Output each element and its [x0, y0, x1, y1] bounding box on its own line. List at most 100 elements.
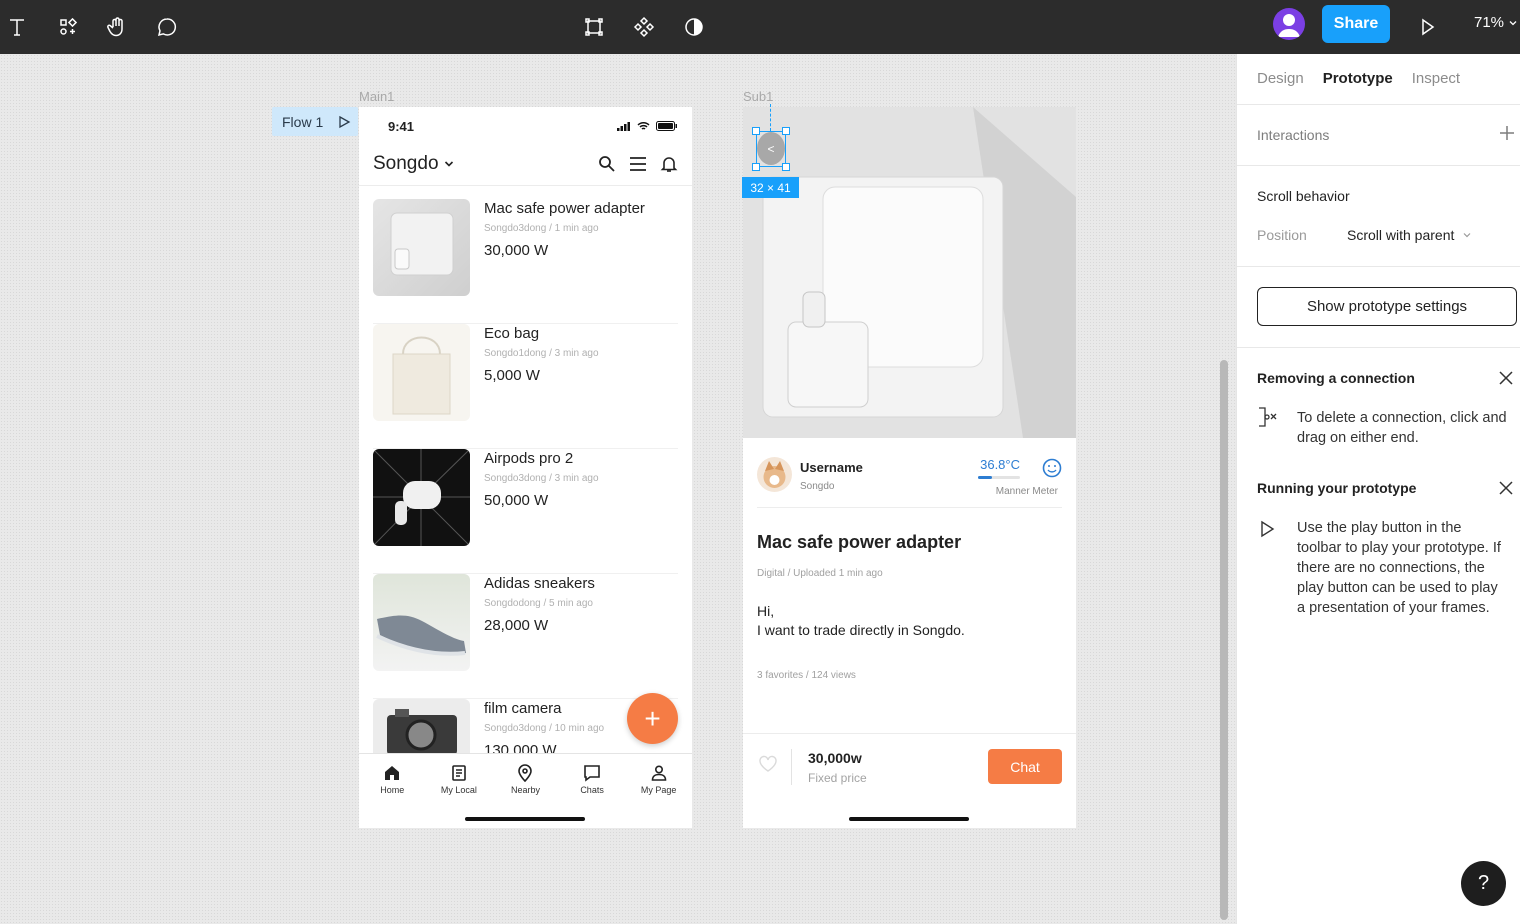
location-selector[interactable]: Songdo — [373, 153, 598, 175]
flow-starting-point[interactable]: Flow 1 — [272, 107, 358, 136]
share-button[interactable]: Share — [1322, 5, 1390, 43]
zoom-dropdown[interactable]: 71% — [1474, 14, 1518, 31]
contrast-icon[interactable] — [679, 12, 709, 42]
item-price: 5,000 W — [484, 367, 540, 384]
tab-my-page[interactable]: My Page — [625, 754, 692, 828]
frame-main1[interactable]: 9:41 Songdo Mac safe power adapter Songd… — [359, 107, 692, 828]
play-icon — [1261, 520, 1275, 538]
hand-tool-icon[interactable] — [102, 12, 132, 42]
divider — [757, 507, 1062, 508]
frame-label-sub1[interactable]: Sub1 — [743, 89, 773, 104]
bell-icon[interactable] — [660, 155, 678, 173]
show-prototype-settings-button[interactable]: Show prototype settings — [1257, 287, 1517, 326]
position-label: Position — [1257, 227, 1307, 243]
person-icon — [651, 765, 666, 781]
product-thumbnail — [373, 574, 470, 671]
divider — [1237, 347, 1520, 348]
canvas-scrollbar[interactable] — [1220, 360, 1228, 920]
smile-icon — [1042, 458, 1062, 478]
resources-icon[interactable] — [53, 12, 83, 42]
seller-avatar[interactable] — [757, 457, 792, 492]
chat-button[interactable]: Chat — [988, 749, 1062, 784]
search-icon[interactable] — [598, 155, 616, 173]
removing-connection-body: To delete a connection, click and drag o… — [1297, 410, 1507, 446]
play-icon[interactable] — [337, 115, 351, 129]
help-button[interactable]: ? — [1461, 861, 1506, 906]
flow-label: Flow 1 — [282, 113, 324, 130]
seller-info: Username Songdo 36.8°C Manner Meter — [757, 457, 1062, 497]
frame-sub1[interactable]: < Username Songdo 36.8°C Manner Meter Ma… — [743, 107, 1076, 828]
purchase-bar: 30,000w Fixed price Chat — [743, 733, 1076, 828]
price-type: Fixed price — [808, 771, 867, 785]
heart-icon[interactable] — [758, 754, 778, 774]
user-avatar[interactable] — [1273, 8, 1305, 40]
tab-label: Chats — [580, 785, 604, 795]
product-thumbnail — [373, 324, 470, 421]
location-header: Songdo — [373, 153, 678, 175]
add-item-button[interactable]: + — [627, 693, 678, 744]
manner-meter-label: Manner Meter — [995, 486, 1058, 497]
resize-handle[interactable] — [752, 127, 760, 135]
position-value: Scroll with parent — [1347, 227, 1455, 243]
seller-username: Username — [800, 460, 863, 475]
product-stats: 3 favorites / 124 views — [757, 670, 856, 681]
wifi-icon — [637, 121, 650, 130]
item-title: Airpods pro 2 — [484, 450, 574, 467]
tab-inspect[interactable]: Inspect — [1412, 70, 1460, 87]
item-title: film camera — [484, 700, 562, 717]
item-meta: Songdo1dong / 3 min ago — [484, 348, 599, 359]
home-icon — [385, 766, 400, 780]
selection-box[interactable] — [756, 131, 786, 167]
list-item[interactable]: Airpods pro 2 Songdo3dong / 3 min ago 50… — [373, 449, 678, 574]
resize-handle[interactable] — [752, 163, 760, 171]
item-price: 50,000 W — [484, 492, 549, 509]
close-icon[interactable] — [1498, 370, 1514, 386]
list-item[interactable]: Eco bag Songdo1dong / 3 min ago 5,000 W — [373, 324, 678, 449]
list-item[interactable]: Mac safe power adapter Songdo3dong / 1 m… — [373, 199, 678, 324]
home-indicator — [465, 817, 585, 821]
item-price: 30,000 W — [484, 242, 549, 259]
description-line: I want to trade directly in Songdo. — [757, 622, 965, 638]
comment-tool-icon[interactable] — [152, 12, 182, 42]
connection-icon — [1259, 407, 1277, 427]
item-title: Adidas sneakers — [484, 575, 595, 592]
tab-home[interactable]: Home — [359, 754, 426, 828]
menu-icon[interactable] — [629, 155, 647, 173]
tab-prototype[interactable]: Prototype — [1323, 70, 1393, 87]
close-icon[interactable] — [1498, 480, 1514, 496]
manner-temperature: 36.8°C — [980, 457, 1020, 472]
divider — [791, 749, 792, 785]
signal-icon — [617, 121, 630, 131]
document-icon — [452, 765, 466, 781]
running-prototype-body: Use the play button in the toolbar to pl… — [1297, 520, 1501, 616]
text-tool-icon[interactable] — [2, 12, 32, 42]
tab-design[interactable]: Design — [1257, 70, 1304, 87]
resize-handle[interactable] — [782, 127, 790, 135]
position-dropdown[interactable]: Scroll with parent — [1347, 227, 1472, 243]
divider — [1237, 104, 1520, 105]
pin-icon — [518, 764, 533, 782]
component-icon[interactable] — [629, 12, 659, 42]
item-meta: Songdo3dong / 3 min ago — [484, 473, 599, 484]
chevron-down-icon — [444, 161, 453, 167]
resize-handle[interactable] — [782, 163, 790, 171]
product-hero-image: < — [743, 107, 1076, 438]
product-thumbnail — [373, 199, 470, 296]
removing-connection-title: Removing a connection — [1257, 370, 1415, 386]
present-play-icon[interactable] — [1412, 12, 1442, 42]
product-price: 30,000w — [808, 750, 862, 766]
tab-label: Home — [380, 785, 405, 795]
list-item[interactable]: Adidas sneakers Songdodong / 5 min ago 2… — [373, 574, 678, 699]
description-line: Hi, — [757, 603, 775, 619]
chevron-down-icon — [1509, 20, 1517, 25]
product-thumbnail — [373, 449, 470, 546]
add-interaction-icon[interactable] — [1498, 124, 1516, 142]
frame-tool-icon[interactable] — [579, 12, 609, 42]
status-time: 9:41 — [388, 119, 415, 134]
seller-location: Songdo — [800, 481, 835, 492]
selection-guide — [770, 104, 771, 131]
selection-dimensions: 32 × 41 — [742, 177, 799, 198]
tab-label: Nearby — [510, 785, 540, 795]
frame-label-main1[interactable]: Main1 — [359, 89, 394, 104]
item-price: 28,000 W — [484, 617, 549, 634]
